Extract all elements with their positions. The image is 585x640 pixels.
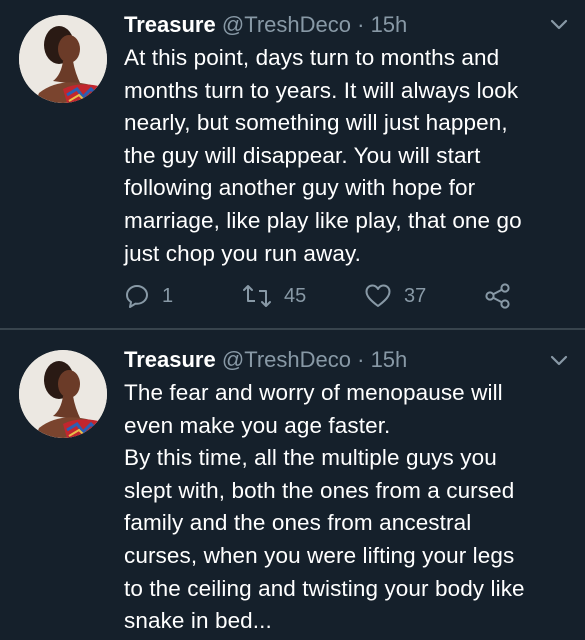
tweet-text-line: just chop you run away. xyxy=(124,240,362,266)
tweet-header: Treasure @TreshDeco · 15h xyxy=(124,346,407,374)
chevron-down-icon[interactable] xyxy=(549,354,569,368)
tweet[interactable]: Treasure @TreshDeco · 15h At this point,… xyxy=(0,0,585,328)
tweet-text-line: following another guy with hope for xyxy=(124,175,476,201)
heart-icon xyxy=(364,283,392,309)
author-handle[interactable]: @TreshDeco xyxy=(222,12,351,37)
retweet-count: 45 xyxy=(284,284,307,307)
tweet-text-line: the guy will disappear. You will start xyxy=(124,142,481,168)
retweet-button[interactable]: 45 xyxy=(242,280,306,312)
tweet-text-line: to the ceiling and twisting your body li… xyxy=(124,575,525,601)
tweet-text: At this point, days turn to months and m… xyxy=(124,42,574,270)
tweet-text-line: family and the ones from ancestral xyxy=(124,510,472,536)
tweet-text: The fear and worry of menopause will eve… xyxy=(124,377,574,638)
tweet-actions: 1 45 37 xyxy=(124,280,564,312)
tweet-text-line: even make you age faster. xyxy=(124,412,391,438)
like-button[interactable]: 37 xyxy=(364,280,426,312)
tweet-header: Treasure @TreshDeco · 15h xyxy=(124,11,407,39)
reply-button[interactable]: 1 xyxy=(124,280,173,312)
avatar[interactable] xyxy=(19,15,107,103)
chevron-down-icon[interactable] xyxy=(549,18,569,32)
tweet-text-line: snake in bed... xyxy=(124,608,272,634)
retweet-icon xyxy=(242,283,272,309)
tweet-text-line: months turn to years. It will always loo… xyxy=(124,77,519,103)
author-name[interactable]: Treasure xyxy=(124,347,216,372)
tweet-text-line: At this point, days turn to months and xyxy=(124,45,500,70)
tweet-text-line: nearly, but something will just happen, xyxy=(124,110,508,136)
like-count: 37 xyxy=(404,284,427,307)
tweet-text-line: By this time, all the multiple guys you xyxy=(124,445,497,471)
tweet-text-line: The fear and worry of menopause will xyxy=(124,380,503,405)
reply-count: 1 xyxy=(162,284,174,307)
header-separator: · xyxy=(357,12,365,37)
reply-icon xyxy=(124,283,150,309)
header-separator: · xyxy=(357,347,365,372)
tweet-timestamp[interactable]: 15h xyxy=(371,347,408,372)
avatar[interactable] xyxy=(19,350,107,438)
share-button[interactable] xyxy=(484,280,512,312)
author-handle[interactable]: @TreshDeco xyxy=(222,347,351,372)
tweet[interactable]: Treasure @TreshDeco · 15h The fear and w… xyxy=(0,330,585,640)
tweet-timestamp[interactable]: 15h xyxy=(371,12,408,37)
tweet-text-line: curses, when you were lifting your legs xyxy=(124,542,515,568)
tweet-text-line: slept with, both the ones from a cursed xyxy=(124,477,515,503)
author-name[interactable]: Treasure xyxy=(124,12,216,37)
tweet-text-line: marriage, like play like play, that one … xyxy=(124,207,522,233)
share-icon xyxy=(484,282,512,310)
